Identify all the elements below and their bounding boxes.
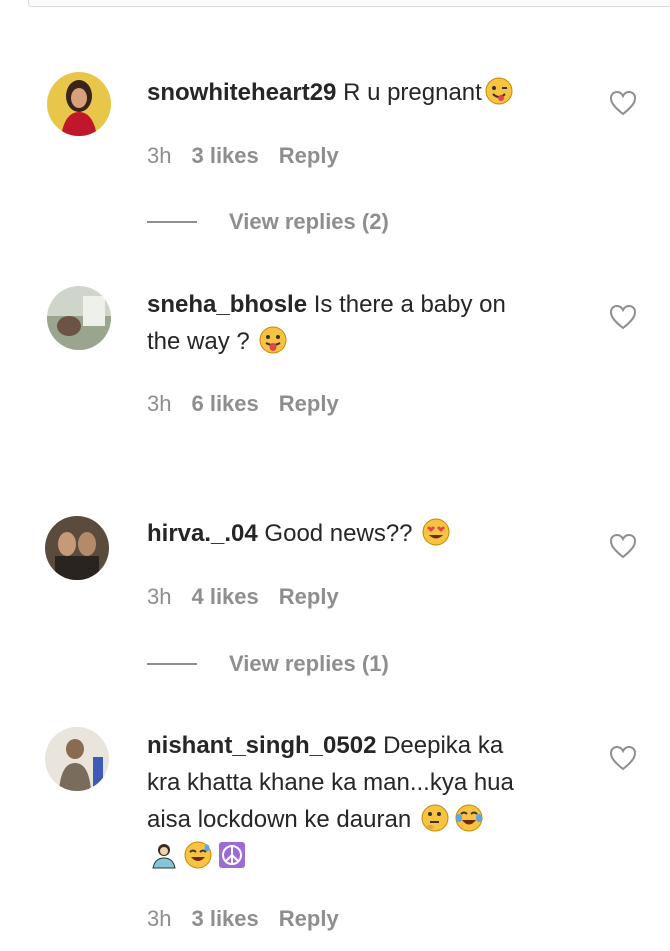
comment-likes[interactable]: 3 likes — [191, 906, 258, 932]
view-replies-button[interactable]: View replies (2) — [147, 209, 389, 235]
comment-username[interactable]: hirva._.04 — [147, 520, 258, 547]
comment-username[interactable]: snowhiteheart29 — [147, 79, 336, 106]
comment-input-edge — [28, 0, 670, 7]
comment-text: R u pregnant — [343, 79, 482, 106]
reply-button[interactable]: Reply — [279, 906, 339, 932]
tears-of-joy-emoji — [454, 803, 484, 833]
tongue-out-emoji — [258, 325, 288, 355]
view-replies-button[interactable]: View replies (1) — [147, 651, 389, 677]
reply-button[interactable]: Reply — [279, 584, 339, 610]
replies-divider-line — [147, 221, 197, 223]
comment-likes[interactable]: 6 likes — [191, 391, 258, 417]
like-heart-icon[interactable] — [609, 745, 637, 771]
comment-username[interactable]: sneha_bhosle — [147, 291, 307, 318]
avatar[interactable] — [47, 72, 111, 136]
view-replies-label: View replies (1) — [229, 651, 389, 676]
peace-symbol-emoji — [217, 840, 247, 870]
comment-text-line-2: the way ? — [147, 328, 250, 355]
comment-time: 3h — [147, 391, 172, 416]
thinking-emoji — [420, 803, 450, 833]
avatar[interactable] — [45, 727, 109, 791]
sweat-smile-emoji — [183, 840, 213, 870]
like-heart-icon[interactable] — [609, 533, 637, 559]
comment-time: 3h — [147, 143, 172, 168]
winking-tongue-emoji — [484, 76, 514, 106]
heart-eyes-emoji — [421, 517, 451, 547]
replies-divider-line — [147, 663, 197, 665]
reply-button[interactable]: Reply — [279, 391, 339, 417]
view-replies-label: View replies (2) — [229, 209, 389, 234]
comment-text-line-3: aisa lockdown ke dauran — [147, 806, 412, 833]
reply-button[interactable]: Reply — [279, 143, 339, 169]
comment-time: 3h — [147, 584, 172, 609]
comment-username[interactable]: nishant_singh_0502 — [147, 732, 376, 759]
avatar[interactable] — [47, 286, 111, 350]
comment-text-line-1: Is there a baby on — [313, 291, 506, 318]
like-heart-icon[interactable] — [609, 304, 637, 330]
person-emoji — [149, 840, 179, 870]
avatar[interactable] — [45, 516, 109, 580]
comment-text-line-2: kra khatta khane ka man...kya hua — [147, 769, 514, 796]
comment-likes[interactable]: 3 likes — [191, 143, 258, 169]
comment-time: 3h — [147, 906, 172, 931]
comment-text: Good news?? — [264, 520, 413, 547]
comment-likes[interactable]: 4 likes — [191, 584, 258, 610]
like-heart-icon[interactable] — [609, 90, 637, 116]
comment-text-line-1: Deepika ka — [383, 732, 504, 759]
